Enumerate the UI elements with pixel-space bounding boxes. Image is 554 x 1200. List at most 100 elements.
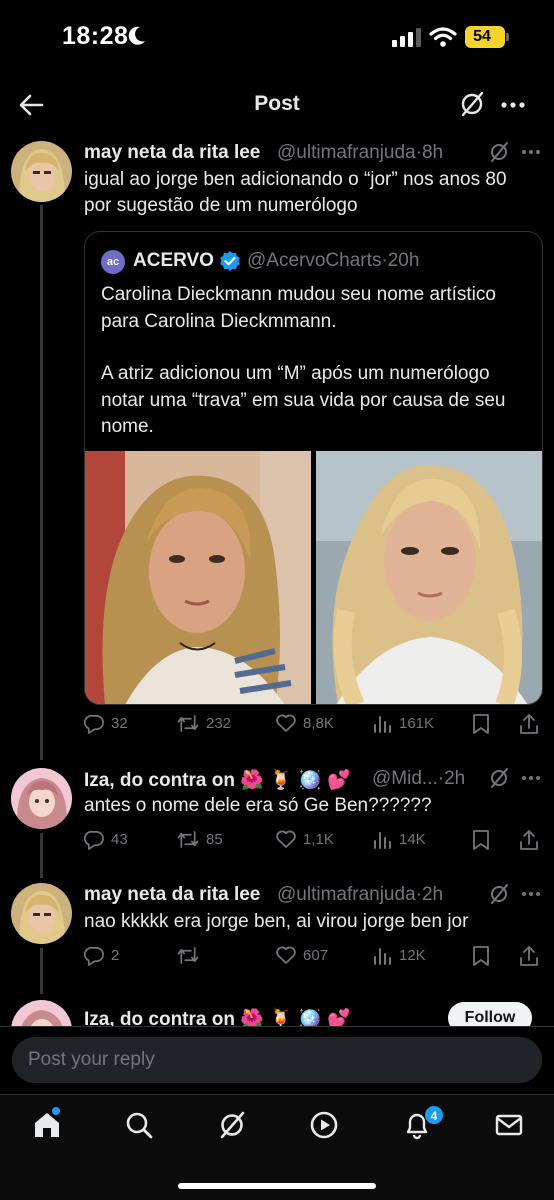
like-icon <box>276 714 296 732</box>
quote-text: Carolina Dieckmann mudou seu nome artíst… <box>101 282 521 441</box>
share-icon[interactable] <box>518 829 540 851</box>
repost-button[interactable]: 232 <box>176 713 231 734</box>
post-text: igual ao jorge ben adicionando o “jor” n… <box>84 169 507 216</box>
play-icon[interactable] <box>309 1110 339 1140</box>
grok-icon[interactable] <box>488 767 510 789</box>
post-text: antes o nome dele era só Ge Ben?????? <box>84 795 432 816</box>
repost-button[interactable]: 85 <box>176 829 223 850</box>
reply-icon <box>84 946 104 966</box>
like-count: 1,1K <box>303 830 334 848</box>
repost-button[interactable] <box>176 945 206 966</box>
reply-input[interactable]: Post your reply <box>12 1037 542 1083</box>
avatar[interactable] <box>11 883 72 944</box>
more-icon[interactable] <box>500 92 526 118</box>
reply-count: 32 <box>111 715 128 732</box>
share-icon[interactable] <box>518 945 540 967</box>
more-icon[interactable] <box>521 884 541 904</box>
quote-photo-right[interactable] <box>316 451 542 704</box>
verified-icon <box>220 251 240 271</box>
grok-icon[interactable] <box>458 90 486 118</box>
author-handle[interactable]: @ultimafranjuda·2h <box>277 884 443 906</box>
thread-line <box>40 833 43 878</box>
post-time: 2h <box>421 884 444 905</box>
status-bar: 18:28 54 <box>0 0 554 78</box>
home-indicator <box>178 1183 376 1189</box>
search-icon[interactable] <box>124 1110 154 1140</box>
reply-count: 2 <box>111 947 120 964</box>
views-icon <box>374 716 391 733</box>
avatar[interactable] <box>11 768 72 829</box>
post-time: 20h <box>387 250 420 271</box>
post-time: 2h <box>444 768 466 789</box>
grok-icon[interactable] <box>488 883 510 905</box>
repost-icon <box>177 715 199 732</box>
author-name[interactable]: Iza, do contra on 🌺 🍹 🪩 💕 <box>84 768 351 792</box>
thread-line <box>40 948 43 994</box>
repost-icon <box>177 831 199 848</box>
handle-text: @ultimafranjuda <box>277 142 416 163</box>
views-button[interactable]: 12K <box>373 945 426 965</box>
author-name[interactable]: may neta da rita lee <box>84 142 260 164</box>
views-count: 161K <box>399 714 435 732</box>
reply-button[interactable]: 32 <box>84 713 128 734</box>
more-icon[interactable] <box>521 142 541 162</box>
reply-count: 43 <box>111 831 128 848</box>
quote-avatar: ac <box>101 250 125 274</box>
post-actions: 43 85 1,1K 14K <box>84 829 544 853</box>
share-icon[interactable] <box>518 713 540 735</box>
like-icon <box>276 946 296 964</box>
notifications-badge: 4 <box>424 1105 444 1125</box>
like-button[interactable]: 607 <box>275 945 328 965</box>
bookmark-icon[interactable] <box>472 713 490 735</box>
reply-icon <box>84 714 104 734</box>
quote-handle: @AcervoCharts·20h <box>247 250 419 272</box>
views-count: 14K <box>399 830 426 848</box>
views-icon <box>374 832 391 849</box>
avatar[interactable] <box>11 141 72 202</box>
like-icon <box>276 830 296 848</box>
home-badge <box>52 1107 60 1115</box>
handle-text: @Mid... <box>372 768 438 789</box>
signal-icon <box>392 28 421 47</box>
bookmark-icon[interactable] <box>472 829 490 851</box>
wifi-icon <box>429 27 457 47</box>
bookmark-icon[interactable] <box>472 945 490 967</box>
post-actions: 2 607 12K <box>84 945 544 969</box>
repost-count: 232 <box>206 715 232 732</box>
views-icon <box>374 948 391 965</box>
status-time: 18:28 <box>62 22 129 50</box>
post-header: Post <box>0 78 554 132</box>
handle-text: @ultimafranjuda <box>277 884 416 905</box>
repost-count: 85 <box>206 831 223 848</box>
quote-author-name: ACERVO <box>133 250 214 271</box>
reply-icon <box>84 830 104 850</box>
views-button[interactable]: 161K <box>373 713 434 733</box>
post-time: 8h <box>421 142 444 163</box>
grok-icon[interactable] <box>488 141 510 163</box>
author-handle[interactable]: @Mid...·2h <box>372 768 465 790</box>
reply-button[interactable]: 43 <box>84 829 128 850</box>
quote-paragraph: A atriz adicionou um “M” após um numeról… <box>101 363 506 437</box>
reply-button[interactable]: 2 <box>84 945 119 966</box>
views-button[interactable]: 14K <box>373 829 426 849</box>
reply-composer: Post your reply <box>0 1026 554 1094</box>
post-actions: 32 232 8,8K 161K <box>84 713 544 737</box>
like-button[interactable]: 1,1K <box>275 829 334 849</box>
like-button[interactable]: 8,8K <box>275 713 334 733</box>
quote-photo-left[interactable] <box>85 451 311 704</box>
battery-nub <box>506 33 509 41</box>
like-count: 607 <box>303 946 329 964</box>
grok-icon[interactable] <box>217 1110 247 1140</box>
thread-line <box>40 205 43 760</box>
mail-icon[interactable] <box>494 1110 524 1140</box>
author-name[interactable]: may neta da rita lee <box>84 884 260 906</box>
quoted-post[interactable]: ac ACERVO @AcervoCharts·20h Carolina Die… <box>84 231 543 705</box>
handle-text: @AcervoCharts <box>247 250 382 271</box>
moon-icon <box>128 26 145 45</box>
quote-paragraph: Carolina Dieckmann mudou seu nome artíst… <box>101 284 496 332</box>
author-handle[interactable]: @ultimafranjuda·8h <box>277 142 443 164</box>
battery-level: 54 <box>473 28 491 45</box>
post-text: nao kkkkk era jorge ben, ai virou jorge … <box>84 911 469 932</box>
battery-indicator: 54 <box>465 26 505 48</box>
more-icon[interactable] <box>521 768 541 788</box>
